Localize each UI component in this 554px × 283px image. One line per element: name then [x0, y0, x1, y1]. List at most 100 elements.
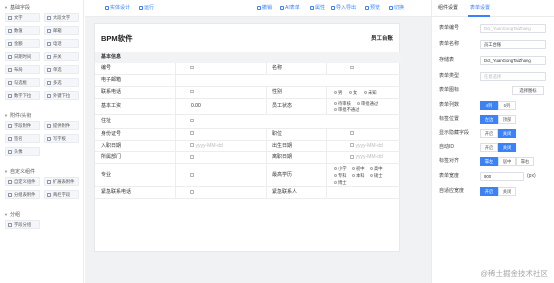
edu-senior[interactable]: 高中 [370, 166, 383, 171]
label-left-option[interactable]: 左边 [480, 115, 498, 124]
idcard-input[interactable] [190, 129, 266, 140]
form-width-input[interactable]: 900 [480, 172, 524, 181]
property-tabs: 组件设置 表单设置 [432, 0, 554, 17]
edu-bachelor[interactable]: 本科 [352, 173, 365, 178]
widget-layout[interactable]: 布局 [5, 65, 40, 74]
label-top-option[interactable]: 顶部 [498, 115, 516, 124]
prop-form-icon: 表单图标 选择图标 [432, 84, 554, 97]
widget-custom-component[interactable]: 自定义组件 [5, 177, 40, 186]
property-button[interactable]: 属性 [310, 0, 325, 17]
widget-field-attachment[interactable]: 字段附件 [5, 121, 40, 130]
form-no-input[interactable]: Dct_YuanGongTaiZhang [480, 24, 546, 33]
radio-icon [334, 101, 337, 105]
cols-6-option[interactable]: 6列 [498, 101, 516, 110]
ec-person-input[interactable] [350, 187, 400, 198]
cell-divider [175, 74, 176, 86]
storage-table-input[interactable]: Dct_YuanGongTaiZhang [480, 56, 546, 65]
align-right-option[interactable]: 靠右 [516, 157, 534, 166]
widget-email[interactable]: 邮箱 [44, 26, 79, 35]
prop-form-width: 表单宽度 900 (px) [432, 170, 554, 183]
widget-avatar[interactable]: 头像 [5, 147, 40, 156]
adaptive-on[interactable]: 开启 [480, 187, 498, 196]
dept-select[interactable] [190, 152, 266, 163]
widget-extend-table[interactable]: 扩展表附件 [44, 177, 79, 186]
email-input[interactable] [190, 75, 390, 86]
sex-radio-male[interactable]: 男 [334, 90, 342, 95]
widget-field-group[interactable]: 字段分组 [5, 220, 40, 229]
mingcheng-input[interactable] [350, 63, 400, 74]
show-hidden-on[interactable]: 开启 [480, 129, 498, 138]
group-attach-header[interactable]: ▼ 附件/头衔 [0, 110, 83, 121]
widget-number[interactable]: 数值 [5, 26, 40, 35]
bianhao-input[interactable] [190, 63, 266, 74]
show-hidden-off[interactable]: 关闭 [498, 129, 516, 138]
widget-datetime[interactable]: 日期时间 [5, 52, 40, 61]
widget-phone[interactable]: 电话 [44, 39, 79, 48]
radio-icon [334, 167, 337, 171]
sex-radio-female[interactable]: 女 [349, 90, 357, 95]
birth-date-input[interactable]: yyyy-MM-dd [350, 141, 400, 152]
widget-switch[interactable]: 开关 [44, 52, 79, 61]
form-preview[interactable]: BPM软件 员工台账 基本信息 编号 名称 电子邮箱 联系电话 性别 男 女 未… [94, 23, 401, 252]
widget-multiselect[interactable]: 多选 [44, 78, 79, 87]
position-input[interactable] [350, 129, 400, 140]
salary-input[interactable]: 0.00 [191, 101, 261, 112]
ec-phone-input[interactable] [190, 187, 266, 198]
edu-college[interactable]: 专科 [334, 173, 347, 178]
widget-icon [47, 192, 51, 197]
undo-button[interactable]: 撤销 [257, 0, 272, 17]
group-section-header[interactable]: ▼ 分组 [0, 209, 83, 220]
status-approved[interactable]: 审批通过 [357, 101, 378, 106]
widget-icon [47, 67, 51, 72]
widget-radio[interactable]: 单选 [44, 65, 79, 74]
tab-component-settings[interactable]: 组件设置 [438, 0, 458, 17]
widget-checkbox[interactable]: 勾选框 [5, 78, 40, 87]
section-header: 基本信息 [95, 52, 401, 63]
run-button[interactable]: 运行 [139, 0, 154, 17]
widget-money[interactable]: 金额 [5, 39, 40, 48]
widget-writing-board[interactable]: 写字板 [44, 134, 79, 143]
widget-textarea[interactable]: 大段文字 [44, 13, 79, 22]
phone-input[interactable] [190, 87, 266, 98]
widget-fk-dropdown[interactable]: 外键下拉 [44, 91, 79, 100]
triangle-down-icon: ▼ [4, 113, 8, 118]
widget-provide-attachment[interactable]: 提供附件 [44, 121, 79, 130]
import-export-button[interactable]: 导入导出 [331, 0, 356, 17]
user-icon [350, 65, 354, 70]
select-icon-button[interactable]: 选择图标 [512, 86, 544, 95]
edu-master[interactable]: 硕士 [370, 173, 383, 178]
auto-id-off[interactable]: 关闭 [498, 143, 516, 152]
group-basic-header[interactable]: ▼ 基础字段 [0, 2, 83, 13]
address-input[interactable] [190, 116, 390, 127]
status-rejected[interactable]: 审批不通过 [334, 107, 359, 112]
widget-signature[interactable]: 签名 [5, 134, 40, 143]
align-left-option[interactable]: 靠左 [480, 157, 498, 166]
location-icon [190, 118, 194, 123]
align-center-option[interactable]: 居中 [498, 157, 516, 166]
field-label: 紧急联系人 [272, 189, 298, 196]
join-date-input[interactable]: yyyy-MM-dd [190, 141, 266, 152]
preview-button[interactable]: 预览 [365, 0, 380, 17]
entity-design-button[interactable]: 实体设计 [105, 0, 130, 17]
widget-number-dropdown[interactable]: 数字下拉 [5, 91, 40, 100]
widget-text[interactable]: 文字 [5, 13, 40, 22]
form-type-select[interactable]: 任意选择 [480, 72, 546, 81]
adaptive-off[interactable]: 关闭 [498, 187, 516, 196]
widget-two-column[interactable]: 两栏字段 [44, 190, 79, 199]
leave-date-input[interactable]: yyyy-MM-dd [350, 152, 400, 163]
switch-button[interactable]: 切换 [389, 0, 404, 17]
ai-form-button[interactable]: AI表单 [280, 0, 300, 17]
group-custom-header[interactable]: ▼ 自定义组件 [0, 166, 83, 177]
sex-radio-unknown[interactable]: 未知 [364, 90, 377, 95]
edu-junior[interactable]: 初中 [352, 166, 365, 171]
major-input[interactable] [190, 170, 266, 181]
edu-doctor[interactable]: 博士 [334, 180, 347, 185]
widget-icon [47, 93, 51, 98]
widget-group-table[interactable]: 分组表附件 [5, 190, 40, 199]
edu-primary[interactable]: 小学 [334, 166, 347, 171]
status-pending[interactable]: 待审核 [334, 101, 351, 106]
form-name-input[interactable]: 员工台账 [480, 40, 546, 49]
cols-4-option[interactable]: 4列 [480, 101, 498, 110]
auto-id-on[interactable]: 开启 [480, 143, 498, 152]
text-icon [350, 131, 354, 135]
